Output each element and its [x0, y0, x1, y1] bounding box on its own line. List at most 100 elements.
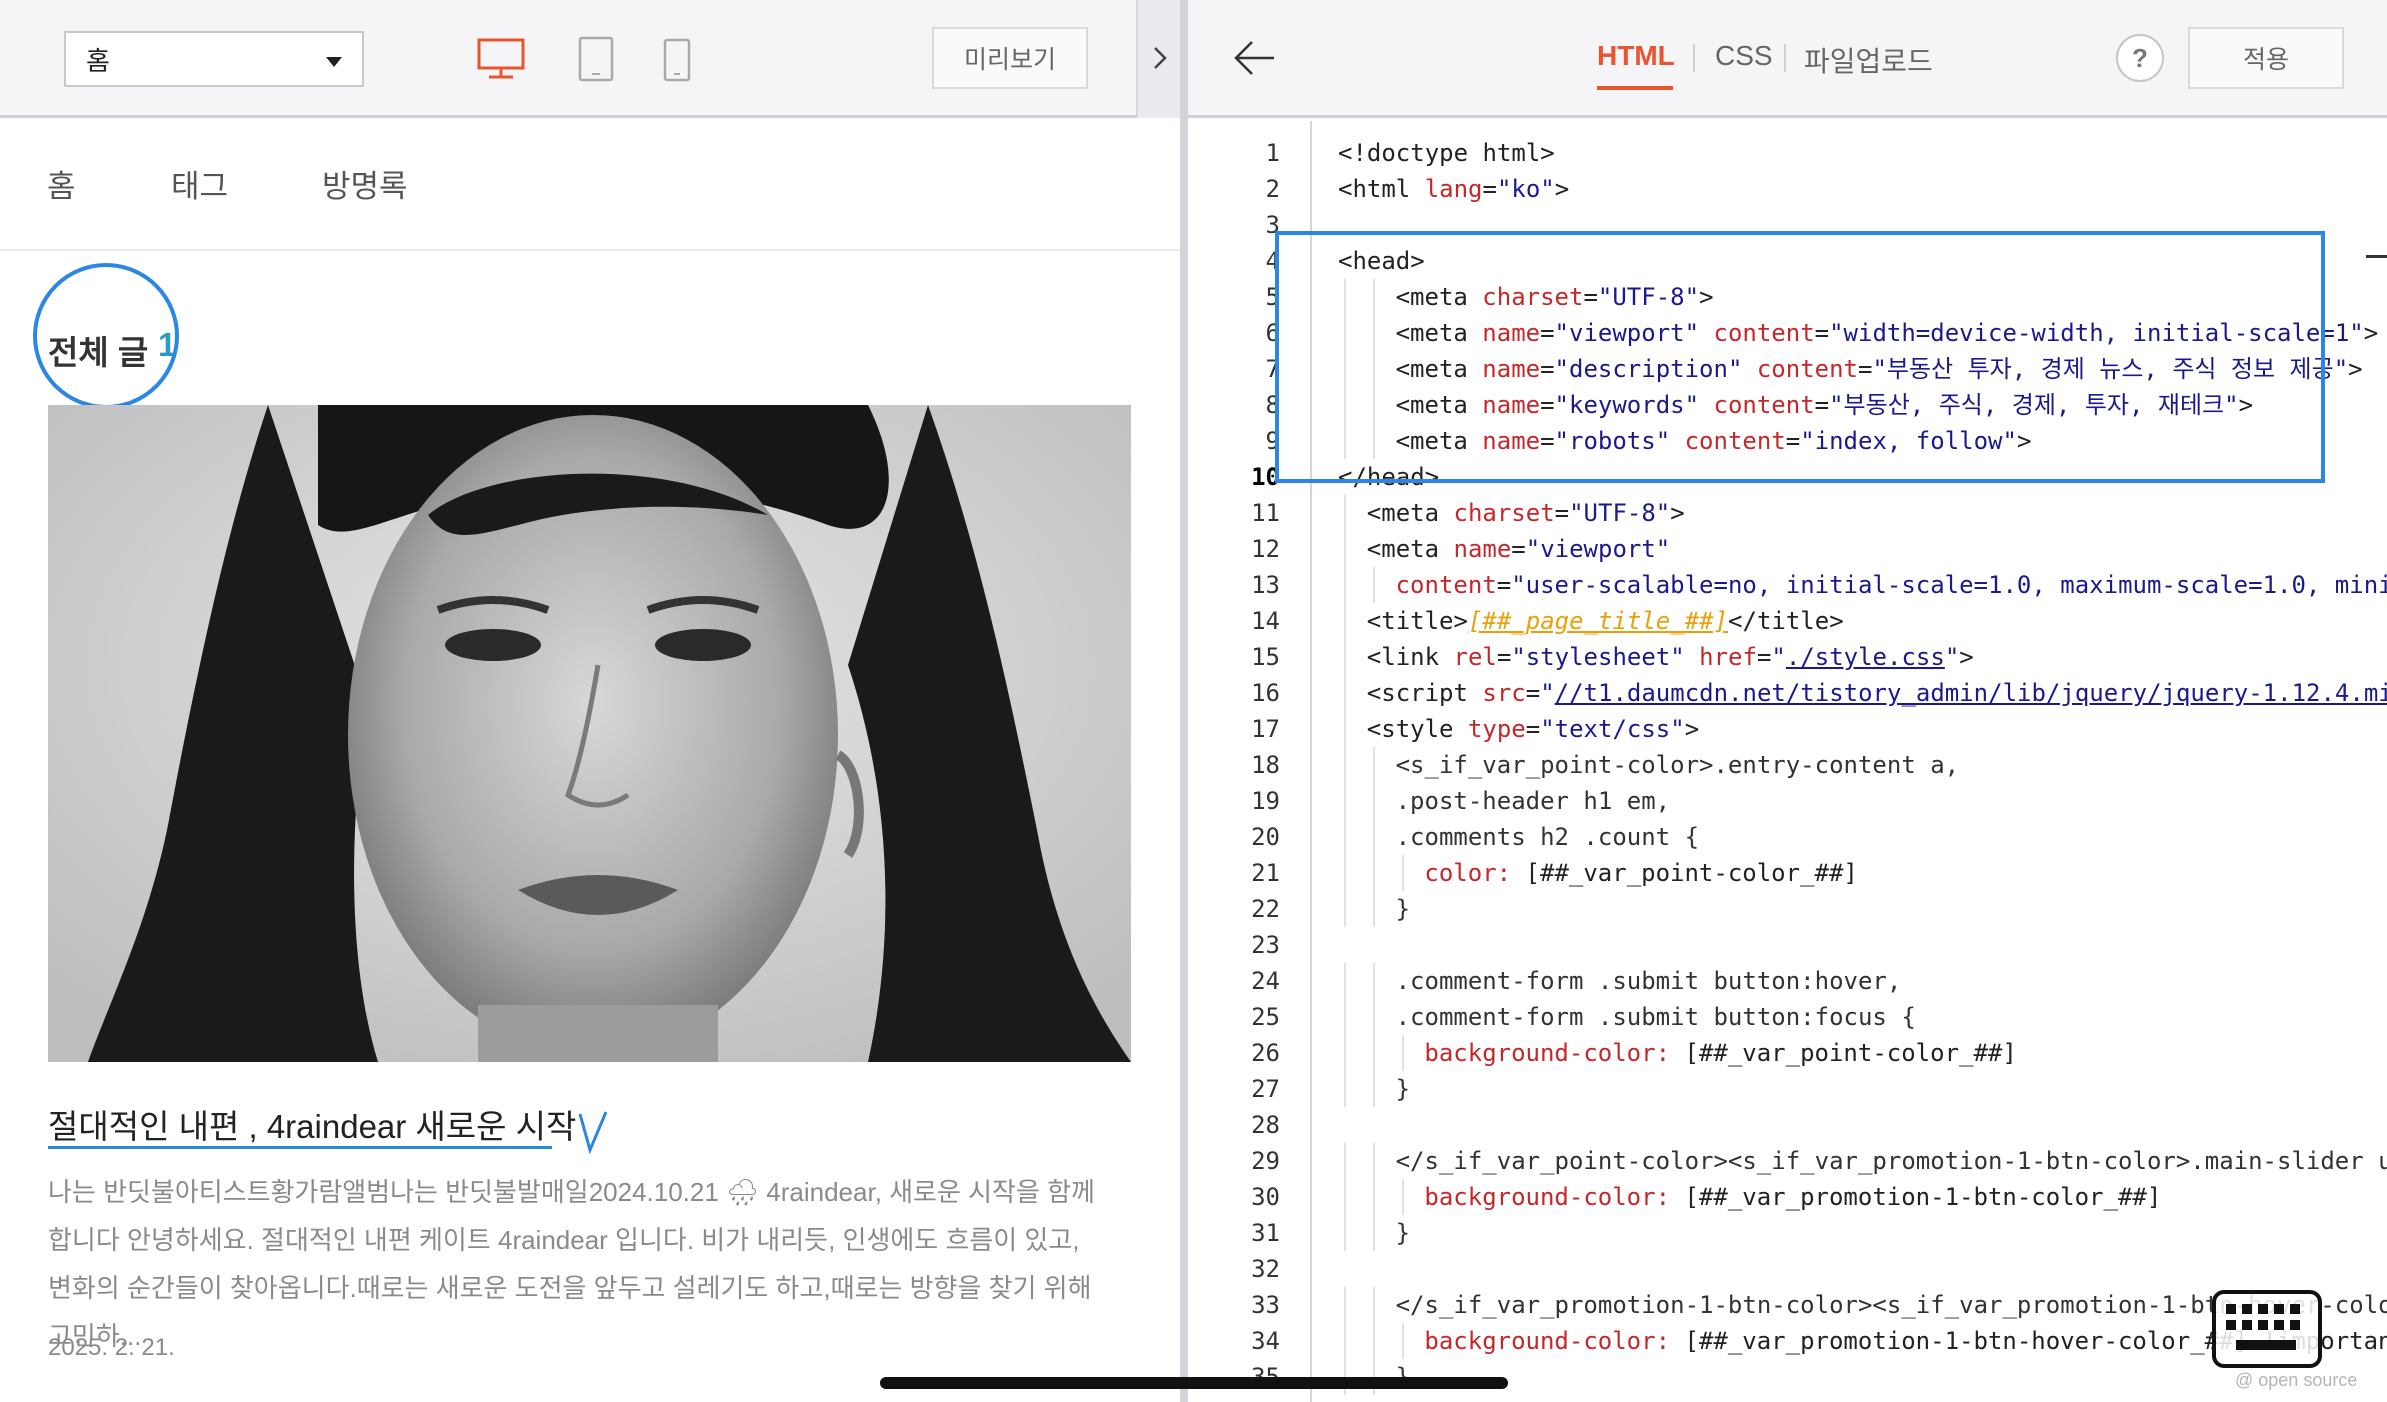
code-token: =	[1525, 715, 1541, 743]
code-line[interactable]: }	[1396, 891, 1410, 927]
code-line[interactable]: background-color: [##_var_point-color_##…	[1424, 1035, 2016, 1071]
code-line[interactable]: <s_if_var_point-color>.entry-content a,	[1396, 747, 1960, 783]
code-token: =	[1482, 175, 1497, 203]
tab-css[interactable]: CSS	[1715, 40, 1773, 72]
code-token: <link	[1366, 643, 1454, 671]
code-token: "viewport"	[1525, 535, 1671, 563]
code-token: <meta	[1366, 535, 1454, 563]
indent-guide	[1401, 855, 1404, 891]
code-line[interactable]: <title>[##_page_title_##]</title>	[1367, 603, 1844, 639]
code-token: src	[1482, 679, 1526, 707]
code-token: "	[1771, 643, 1786, 671]
code-token: color:	[1424, 859, 1512, 887]
indent-guide	[1372, 1179, 1375, 1215]
post-title[interactable]: 절대적인 내편 , 4raindear 새로운 시작	[48, 1100, 576, 1148]
collapse-panel-button[interactable]	[1136, 0, 1180, 118]
page-select[interactable]: 홈	[64, 31, 364, 87]
pane-divider[interactable]	[1180, 0, 1188, 1402]
code-line[interactable]: }	[1396, 1215, 1410, 1251]
code-line[interactable]: <html lang="ko">	[1338, 171, 1569, 207]
code-token: >	[2363, 319, 2379, 347]
code-line[interactable]: .comments h2 .count {	[1396, 819, 1699, 855]
indent-guide	[1401, 1035, 1404, 1071]
code-token: charset	[1453, 499, 1555, 527]
code-token: =	[1554, 499, 1570, 527]
tab-file-upload[interactable]: 파일업로드	[1804, 40, 1933, 80]
underline-annotation	[48, 1146, 552, 1149]
desktop-icon[interactable]	[477, 38, 525, 80]
code-token: <title>	[1366, 607, 1468, 635]
help-icon[interactable]: ?	[2116, 34, 2164, 82]
arrow-left-icon[interactable]	[1232, 38, 1276, 78]
code-line[interactable]: <style type="text/css">	[1367, 711, 1699, 747]
line-number: 14	[1251, 607, 1280, 635]
code-line[interactable]: <link rel="stylesheet" href="./style.css…	[1367, 639, 1974, 675]
home-indicator[interactable]	[880, 1377, 1508, 1389]
indent-guide	[1344, 567, 1346, 603]
code-line[interactable]: background-color: [##_var_promotion-1-bt…	[1424, 1179, 2161, 1215]
code-token: "	[1540, 679, 1555, 707]
nav-link-tag[interactable]: 태그	[171, 161, 228, 206]
apply-button[interactable]: 적용	[2188, 27, 2344, 89]
tab-html[interactable]: HTML	[1597, 40, 1675, 72]
indent-guide	[1344, 1215, 1346, 1251]
preview-button[interactable]: 미리보기	[932, 27, 1088, 89]
indent-guide	[1344, 603, 1346, 639]
code-line[interactable]: </s_if_var_point-color><s_if_var_promoti…	[1396, 1143, 2387, 1179]
post-thumbnail[interactable]	[48, 405, 1131, 1062]
code-token: }	[1395, 1219, 1411, 1247]
code-token: ./style.css	[1785, 643, 1945, 671]
keyboard-icon[interactable]	[2212, 1290, 2322, 1368]
code-token: .comment-form .submit button:focus {	[1395, 1003, 1916, 1031]
code-line[interactable]: color: [##_var_point-color_##]	[1424, 855, 1857, 891]
line-number: 36	[1188, 1395, 1308, 1402]
open-source-watermark: @ open source	[2235, 1370, 2358, 1390]
code-line[interactable]: .comment-form .submit button:hover,	[1396, 963, 1902, 999]
code-line[interactable]: <!doctype html>	[1338, 135, 1555, 171]
indent-guide	[1344, 1179, 1346, 1215]
editor-toolbar: HTML CSS 파일업로드 ? 적용	[1188, 0, 2387, 118]
code-token: type	[1467, 715, 1526, 743]
line-number: 1	[1265, 139, 1280, 167]
line-number: 30	[1251, 1183, 1280, 1211]
code-token: .comments h2 .count {	[1395, 823, 1700, 851]
indent-guide	[1372, 1287, 1375, 1323]
indent-guide	[1372, 1215, 1375, 1251]
code-line[interactable]: .comment-form .submit button:focus {	[1396, 999, 1916, 1035]
indent-guide	[1344, 999, 1346, 1035]
scrollbar-thumb[interactable]	[2366, 255, 2387, 258]
line-number: 13	[1251, 571, 1280, 599]
code-line[interactable]: }	[1396, 1071, 1410, 1107]
code-line[interactable]: content="user-scalable=no, initial-scale…	[1396, 567, 2387, 603]
indent-guide	[1372, 963, 1375, 999]
line-number: 27	[1251, 1075, 1280, 1103]
line-number: 28	[1251, 1111, 1280, 1139]
indent-guide	[1372, 747, 1375, 783]
indent-guide	[1401, 1179, 1404, 1215]
line-number: 26	[1251, 1039, 1280, 1067]
line-number: 19	[1251, 787, 1280, 815]
code-line[interactable]: <meta charset="UTF-8">	[1367, 495, 1685, 531]
code-token: <s_if_var_point-color>.entry-content a,	[1395, 751, 1960, 779]
code-line[interactable]: .post-header h1 em,	[1396, 783, 1671, 819]
tablet-icon[interactable]	[578, 36, 614, 82]
nav-link-guestbook[interactable]: 방명록	[322, 161, 408, 206]
nav-link-home[interactable]: 홈	[47, 161, 76, 206]
code-token: =	[1525, 679, 1541, 707]
code-token: .comment-form .submit button:hover,	[1395, 967, 1902, 995]
indent-guide	[1372, 999, 1375, 1035]
chevron-down-icon	[326, 57, 342, 67]
code-line[interactable]: <script src="//t1.daumcdn.net/tistory_ad…	[1367, 675, 2387, 711]
line-number: 21	[1251, 859, 1280, 887]
indent-guide	[1344, 1143, 1346, 1179]
line-number: 22	[1251, 895, 1280, 923]
code-token: =	[1496, 571, 1512, 599]
code-line[interactable]: <meta name="viewport"	[1367, 531, 1670, 567]
code-token: name	[1453, 535, 1512, 563]
indent-guide	[1344, 1071, 1346, 1107]
indent-guide	[1372, 1035, 1375, 1071]
mobile-icon[interactable]	[663, 38, 691, 82]
line-number: 15	[1251, 643, 1280, 671]
code-token: href	[1699, 643, 1757, 671]
code-token: "user-scalable=no, initial-scale=1.0, ma…	[1511, 571, 2387, 599]
